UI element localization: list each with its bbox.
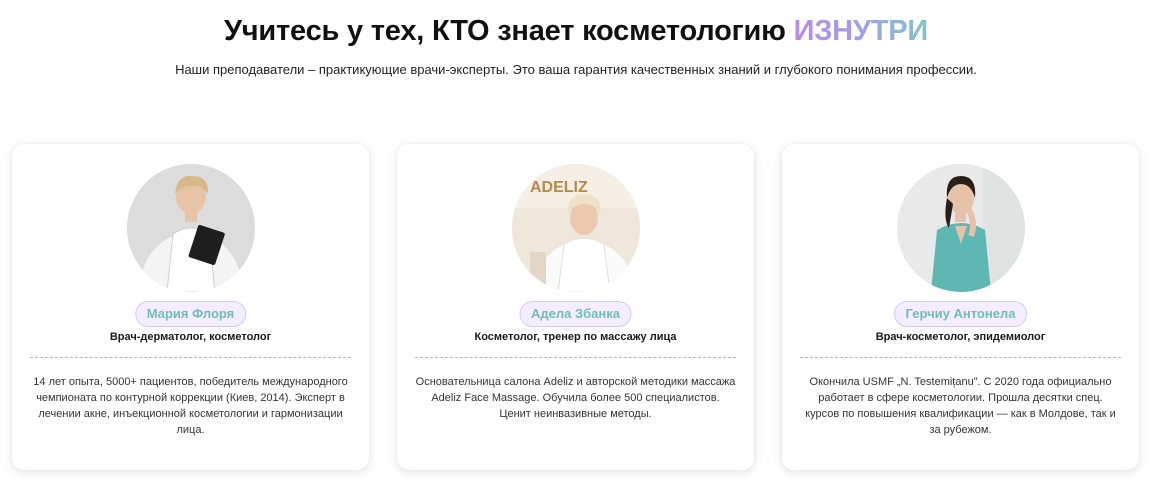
salon-sign: ADELIZ bbox=[530, 179, 588, 196]
teacher-card: Мария Флоря Врач-дерматолог, косметолог … bbox=[12, 144, 369, 470]
teacher-photo-icon bbox=[896, 164, 1025, 292]
teacher-photo bbox=[896, 164, 1025, 292]
teacher-photo bbox=[126, 164, 255, 292]
page-subtitle: Наши преподаватели – практикующие врачи-… bbox=[175, 62, 977, 77]
teacher-name-badge: Мария Флоря bbox=[134, 301, 247, 327]
teacher-photo: ADELIZ bbox=[511, 164, 640, 292]
teacher-card: ADELIZ Адела Збанка Косметолог, тренер п… bbox=[397, 144, 754, 470]
title-accent: ИЗНУТРИ bbox=[793, 15, 929, 47]
teachers-list: Мария Флоря Врач-дерматолог, косметолог … bbox=[12, 144, 1140, 470]
teacher-bio: Основательница салона Adeliz и авторской… bbox=[415, 376, 736, 420]
teacher-name-badge: Адела Збанка bbox=[519, 301, 632, 327]
teacher-bio: Окончила USMF „N. Testemițanu”. С 2020 г… bbox=[805, 376, 1116, 436]
page-title: Учитесь у тех, КТО знает косметологию ИЗ… bbox=[0, 12, 1152, 50]
teacher-role: Врач-дерматолог, косметолог bbox=[109, 331, 272, 343]
title-main: Учитесь у тех, КТО знает косметологию bbox=[223, 15, 794, 47]
teacher-bio: 14 лет опыта, 5000+ пациентов, победител… bbox=[33, 376, 348, 436]
hero-section: Учитесь у тех, КТО знает косметологию ИЗ… bbox=[0, 12, 1152, 78]
teacher-name-badge: Герчиу Антонела bbox=[893, 301, 1028, 327]
teacher-photo-icon: ADELIZ bbox=[511, 164, 640, 292]
divider bbox=[415, 357, 736, 358]
divider bbox=[800, 357, 1121, 358]
teacher-role: Врач-косметолог, эпидемиолог bbox=[875, 331, 1046, 343]
teacher-card: Герчиу Антонела Врач-косметолог, эпидеми… bbox=[782, 144, 1139, 470]
teacher-role: Косметолог, тренер по массажу лица bbox=[474, 331, 677, 343]
teacher-photo-icon bbox=[126, 164, 255, 292]
divider bbox=[30, 357, 351, 358]
